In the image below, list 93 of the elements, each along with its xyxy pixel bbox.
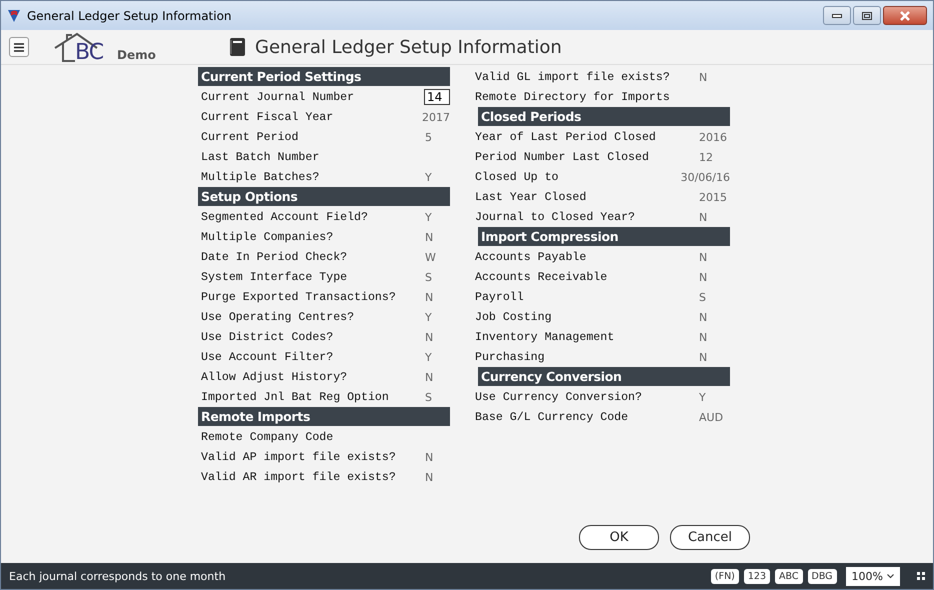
field-value: S — [425, 270, 432, 284]
field-label: Last Year Closed — [474, 190, 588, 204]
close-button[interactable] — [883, 6, 927, 25]
field-label: Payroll — [474, 290, 525, 304]
mode-button[interactable]: DBG — [808, 568, 837, 584]
field-label: Segmented Account Field? — [200, 210, 369, 224]
field-label: Purge Exported Transactions? — [200, 290, 397, 304]
mode-button[interactable]: (FN) — [710, 568, 739, 584]
field-value: AUD — [699, 410, 724, 424]
field-value: S — [425, 390, 432, 404]
field-value: N — [699, 70, 708, 84]
field-label: Current Journal Number — [200, 90, 356, 104]
field-value: W — [425, 250, 436, 264]
field-label: Use District Codes? — [200, 330, 334, 344]
field-label: System Interface Type — [200, 270, 348, 284]
field-value: 2016 — [699, 130, 727, 144]
section-header: Remote Imports — [198, 407, 450, 426]
field-label: Use Currency Conversion? — [474, 390, 643, 404]
field-label: Date In Period Check? — [200, 250, 348, 264]
section-header: Current Period Settings — [198, 67, 450, 86]
minimize-icon — [832, 14, 842, 18]
field-label: Year of Last Period Closed — [474, 130, 657, 144]
field-value: 2015 — [699, 190, 727, 204]
field-label: Current Fiscal Year — [200, 110, 334, 124]
field-label: Current Period — [200, 130, 300, 144]
field-label: Multiple Companies? — [200, 230, 334, 244]
field-label: Valid GL import file exists? — [474, 70, 671, 84]
field-value: N — [699, 250, 708, 264]
page-title: General Ledger Setup Information — [255, 36, 562, 58]
field-label: Accounts Payable — [474, 250, 588, 264]
field-value: N — [425, 290, 434, 304]
field-value: N — [699, 350, 708, 364]
menu-button[interactable] — [9, 37, 29, 57]
status-message: Each journal corresponds to one month — [9, 570, 227, 582]
field-label: Multiple Batches? — [200, 170, 320, 184]
field-label: Accounts Receivable — [474, 270, 608, 284]
field-label: Period Number Last Closed — [474, 150, 650, 164]
field-label: Purchasing — [474, 350, 546, 364]
field-value: N — [699, 310, 708, 324]
close-icon — [899, 10, 911, 20]
app-icon — [7, 8, 21, 22]
maximize-button[interactable] — [853, 6, 881, 25]
field-label: Inventory Management — [474, 330, 616, 344]
field-label: Base G/L Currency Code — [474, 410, 630, 424]
input-field[interactable]: 14 — [424, 89, 450, 105]
window-title: General Ledger Setup Information — [27, 8, 233, 22]
field-label: Remote Company Code — [200, 430, 334, 444]
field-value: 30/06/16 — [680, 170, 730, 184]
field-label: Journal to Closed Year? — [474, 210, 636, 224]
field-value: Y — [699, 390, 706, 404]
field-label: Use Account Filter? — [200, 350, 334, 364]
field-value: Y — [425, 310, 432, 324]
zoom-dropdown[interactable]: 100% — [846, 566, 900, 586]
logo-caption: Demo — [117, 48, 156, 62]
field-value: N — [425, 450, 434, 464]
field-value: Y — [425, 350, 432, 364]
field-value: N — [699, 330, 708, 344]
field-label: Closed Up to — [474, 170, 560, 184]
field-label: Job Costing — [474, 310, 553, 324]
field-label: Valid AR import file exists? — [200, 470, 397, 484]
section-header: Closed Periods — [478, 107, 730, 126]
section-header: Setup Options — [198, 187, 450, 206]
dialog-button[interactable]: OK — [579, 525, 659, 550]
chevron-down-icon — [887, 574, 894, 578]
field-label: Last Batch Number — [200, 150, 320, 164]
field-value: N — [699, 210, 708, 224]
field-value: N — [425, 470, 434, 484]
dialog-button[interactable]: Cancel — [670, 525, 750, 550]
field-label: Allow Adjust History? — [200, 370, 348, 384]
menu-icon — [14, 42, 24, 52]
book-icon — [229, 38, 245, 56]
field-value: 5 — [425, 130, 432, 144]
grid-icon[interactable] — [917, 572, 925, 580]
field-value: S — [699, 290, 706, 304]
field-label: Valid AP import file exists? — [200, 450, 397, 464]
mode-button[interactable]: ABC — [775, 568, 803, 584]
field-value: N — [699, 270, 708, 284]
section-header: Import Compression — [478, 227, 730, 246]
field-value: 2017 — [422, 110, 450, 124]
logo-text: BC — [75, 40, 104, 65]
mode-button[interactable]: 123 — [744, 568, 770, 584]
section-header: Currency Conversion — [478, 367, 730, 386]
field-value: 12 — [699, 150, 713, 164]
field-label: Imported Jnl Bat Reg Option — [200, 390, 390, 404]
field-label: Use Operating Centres? — [200, 310, 356, 324]
field-value: Y — [425, 170, 432, 184]
field-value: N — [425, 230, 434, 244]
field-value: Y — [425, 210, 432, 224]
field-value: N — [425, 330, 434, 344]
minimize-button[interactable] — [823, 6, 851, 25]
maximize-icon — [862, 12, 872, 20]
field-value: N — [425, 370, 434, 384]
field-label: Remote Directory for Imports — [474, 90, 671, 104]
